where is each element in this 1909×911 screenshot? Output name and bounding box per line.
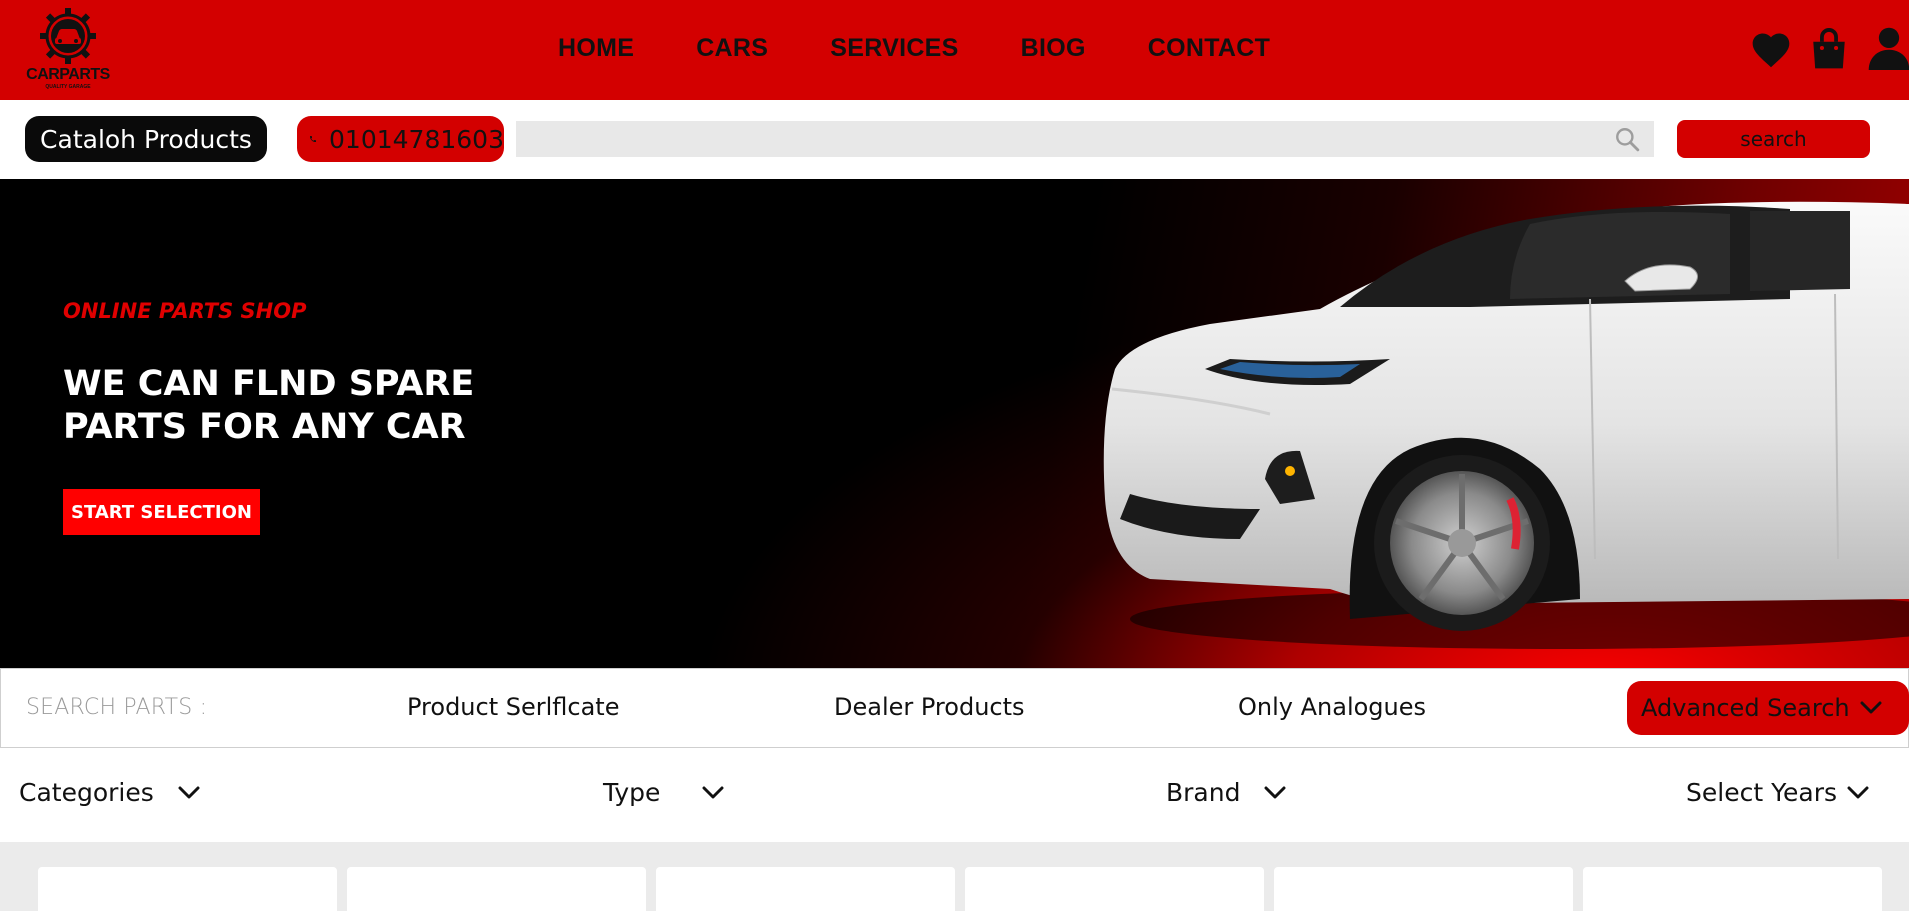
search-row: Cataloh Products 01014781603 search [0,100,1909,179]
filter-dropdowns: Categories Type Brand Select Years [0,748,1909,842]
catalog-products-button[interactable]: Cataloh Products [25,116,267,162]
select-years-label: Select Years [1686,778,1838,807]
chevron-down-icon [1860,701,1882,714]
start-selection-button[interactable]: START SELECTION [63,489,260,535]
nav-item-blog[interactable]: BIOG [1021,34,1086,63]
header-actions [1749,26,1909,72]
advanced-search-button[interactable]: Advanced Search [1627,681,1909,735]
brand-name: CARPARTS [26,66,110,83]
categories-label: Categories [19,778,154,807]
hero-kicker: ONLINE PARTS SHOP [63,299,307,323]
brand-label: Brand [1166,778,1241,807]
tab-only-analogues[interactable]: Only Analogues [1238,693,1426,721]
tab-dealer-products[interactable]: Dealer Products [834,693,1025,721]
product-card[interactable] [1583,867,1882,911]
search-icon[interactable] [1614,126,1640,152]
white-car-image [1103,201,1909,649]
hero-title-line-1: WE CAN FLND SPARE [63,364,475,404]
product-card[interactable] [347,867,646,911]
search-parts-tabs: SEARCH PARTS : Product Serlflcate Dealer… [0,668,1909,748]
brand-logo[interactable]: CARPARTS QUALITY GARAGE [18,6,118,90]
hero-banner: ONLINE PARTS SHOP WE CAN FLND SPARE PART… [0,179,1909,668]
nav-item-contact[interactable]: CONTACT [1148,34,1270,63]
top-navigation-bar: CARPARTS QUALITY GARAGE HOME CARS SERVIC… [0,0,1909,100]
chevron-down-icon [178,786,200,798]
type-label: Type [603,778,661,807]
main-nav: HOME CARS SERVICES BIOG CONTACT [558,34,1332,63]
shopping-bag-icon[interactable] [1809,26,1849,70]
nav-item-cars[interactable]: CARS [696,34,768,63]
search-button[interactable]: search [1677,120,1870,158]
chevron-down-icon [1847,786,1869,798]
type-dropdown[interactable]: Type [603,778,724,807]
product-card[interactable] [38,867,337,911]
hero-title-line-2: PARTS FOR ANY CAR [63,407,466,447]
nav-item-services[interactable]: SERVICES [830,34,958,63]
advanced-search-label: Advanced Search [1641,694,1850,722]
chevron-down-icon [1264,786,1286,798]
phone-icon [310,135,317,143]
product-cards-row [0,842,1909,911]
heart-icon[interactable] [1749,28,1793,72]
search-input[interactable] [516,121,1654,157]
tab-product-certificate[interactable]: Product Serlflcate [407,693,619,721]
select-years-dropdown[interactable]: Select Years [1686,778,1869,807]
nav-item-home[interactable]: HOME [558,34,634,63]
categories-dropdown[interactable]: Categories [19,778,200,807]
product-card[interactable] [965,867,1264,911]
product-card[interactable] [656,867,955,911]
user-icon[interactable] [1867,26,1909,70]
gear-car-logo-icon [40,8,96,64]
product-card[interactable] [1274,867,1573,911]
phone-number: 01014781603 [329,124,504,154]
search-field-wrapper [516,121,1654,157]
chevron-down-icon [702,786,724,798]
search-parts-label: SEARCH PARTS : [26,695,208,720]
brand-tagline: QUALITY GARAGE [45,84,91,90]
hero-title: WE CAN FLND SPARE PARTS FOR ANY CAR [63,363,503,449]
phone-button[interactable]: 01014781603 [297,116,504,162]
brand-dropdown[interactable]: Brand [1166,778,1286,807]
